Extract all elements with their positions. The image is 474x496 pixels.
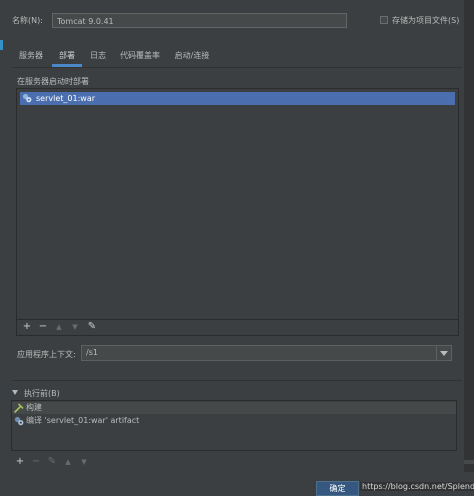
remove-button[interactable]: − xyxy=(37,321,49,333)
edit-task-button[interactable]: ✎ xyxy=(46,456,58,468)
task-row-build[interactable]: 构建 xyxy=(12,402,456,414)
before-launch-title: 执行前(B) xyxy=(24,389,60,398)
app-context-label: 应用程序上下文: xyxy=(17,350,76,359)
remove-task-button[interactable]: − xyxy=(30,456,42,468)
before-launch-toolbar: + − ✎ ▲ ▼ xyxy=(11,455,457,469)
watermark: https://blog.csdn.net/SplendidJoe xyxy=(360,482,474,491)
app-context-input[interactable]: /s1 xyxy=(81,345,437,361)
task-row-build-artifact[interactable]: 编译 'servlet_01:war' artifact xyxy=(12,415,456,427)
left-accent-bar xyxy=(0,40,3,50)
before-launch-task-list[interactable]: 构建 编译 'servlet_01:war' artifact xyxy=(11,400,457,451)
deployment-toolbar: + − ▲ ▼ ✎ xyxy=(16,320,459,336)
right-edge-mark xyxy=(464,460,474,464)
hammer-icon xyxy=(14,403,24,413)
app-context-dropdown-arrow[interactable] xyxy=(437,345,452,361)
tab-deployment[interactable]: 部署 xyxy=(52,48,82,67)
name-label: 名称(N): xyxy=(12,16,43,25)
tab-code-coverage[interactable]: 代码覆盖率 xyxy=(116,48,164,64)
task-label: 构建 xyxy=(26,403,42,412)
store-as-project-file-label[interactable]: 存储为项目文件(S) xyxy=(392,15,459,26)
move-up-button[interactable]: ▲ xyxy=(53,321,65,333)
tab-startup-connection[interactable]: 启动/连接 xyxy=(172,48,212,64)
chevron-down-icon xyxy=(12,390,18,395)
store-as-project-file-checkbox[interactable] xyxy=(380,16,388,24)
deployment-list[interactable]: servlet_01:war xyxy=(16,88,459,320)
move-task-up-button[interactable]: ▲ xyxy=(62,456,74,468)
task-label: 编译 'servlet_01:war' artifact xyxy=(26,416,140,425)
right-edge-strip xyxy=(464,0,474,496)
edit-button[interactable]: ✎ xyxy=(86,321,98,333)
ok-button[interactable]: 确定 xyxy=(316,481,359,496)
artifact-icon xyxy=(22,93,32,103)
add-task-button[interactable]: + xyxy=(14,456,26,468)
move-down-button[interactable]: ▼ xyxy=(69,321,81,333)
deployment-item-label: servlet_01:war xyxy=(36,94,96,103)
name-input[interactable]: Tomcat 9.0.41 xyxy=(52,13,347,28)
deployment-item[interactable]: servlet_01:war xyxy=(20,92,455,105)
before-launch-divider xyxy=(12,380,462,381)
deploy-on-startup-label: 在服务器启动时部署 xyxy=(17,77,89,86)
tab-server[interactable]: 服务器 xyxy=(12,48,50,64)
tab-logs[interactable]: 日志 xyxy=(86,48,110,64)
move-task-down-button[interactable]: ▼ xyxy=(78,456,90,468)
add-button[interactable]: + xyxy=(21,321,33,333)
tab-divider xyxy=(12,67,462,68)
artifact-icon xyxy=(14,416,24,426)
